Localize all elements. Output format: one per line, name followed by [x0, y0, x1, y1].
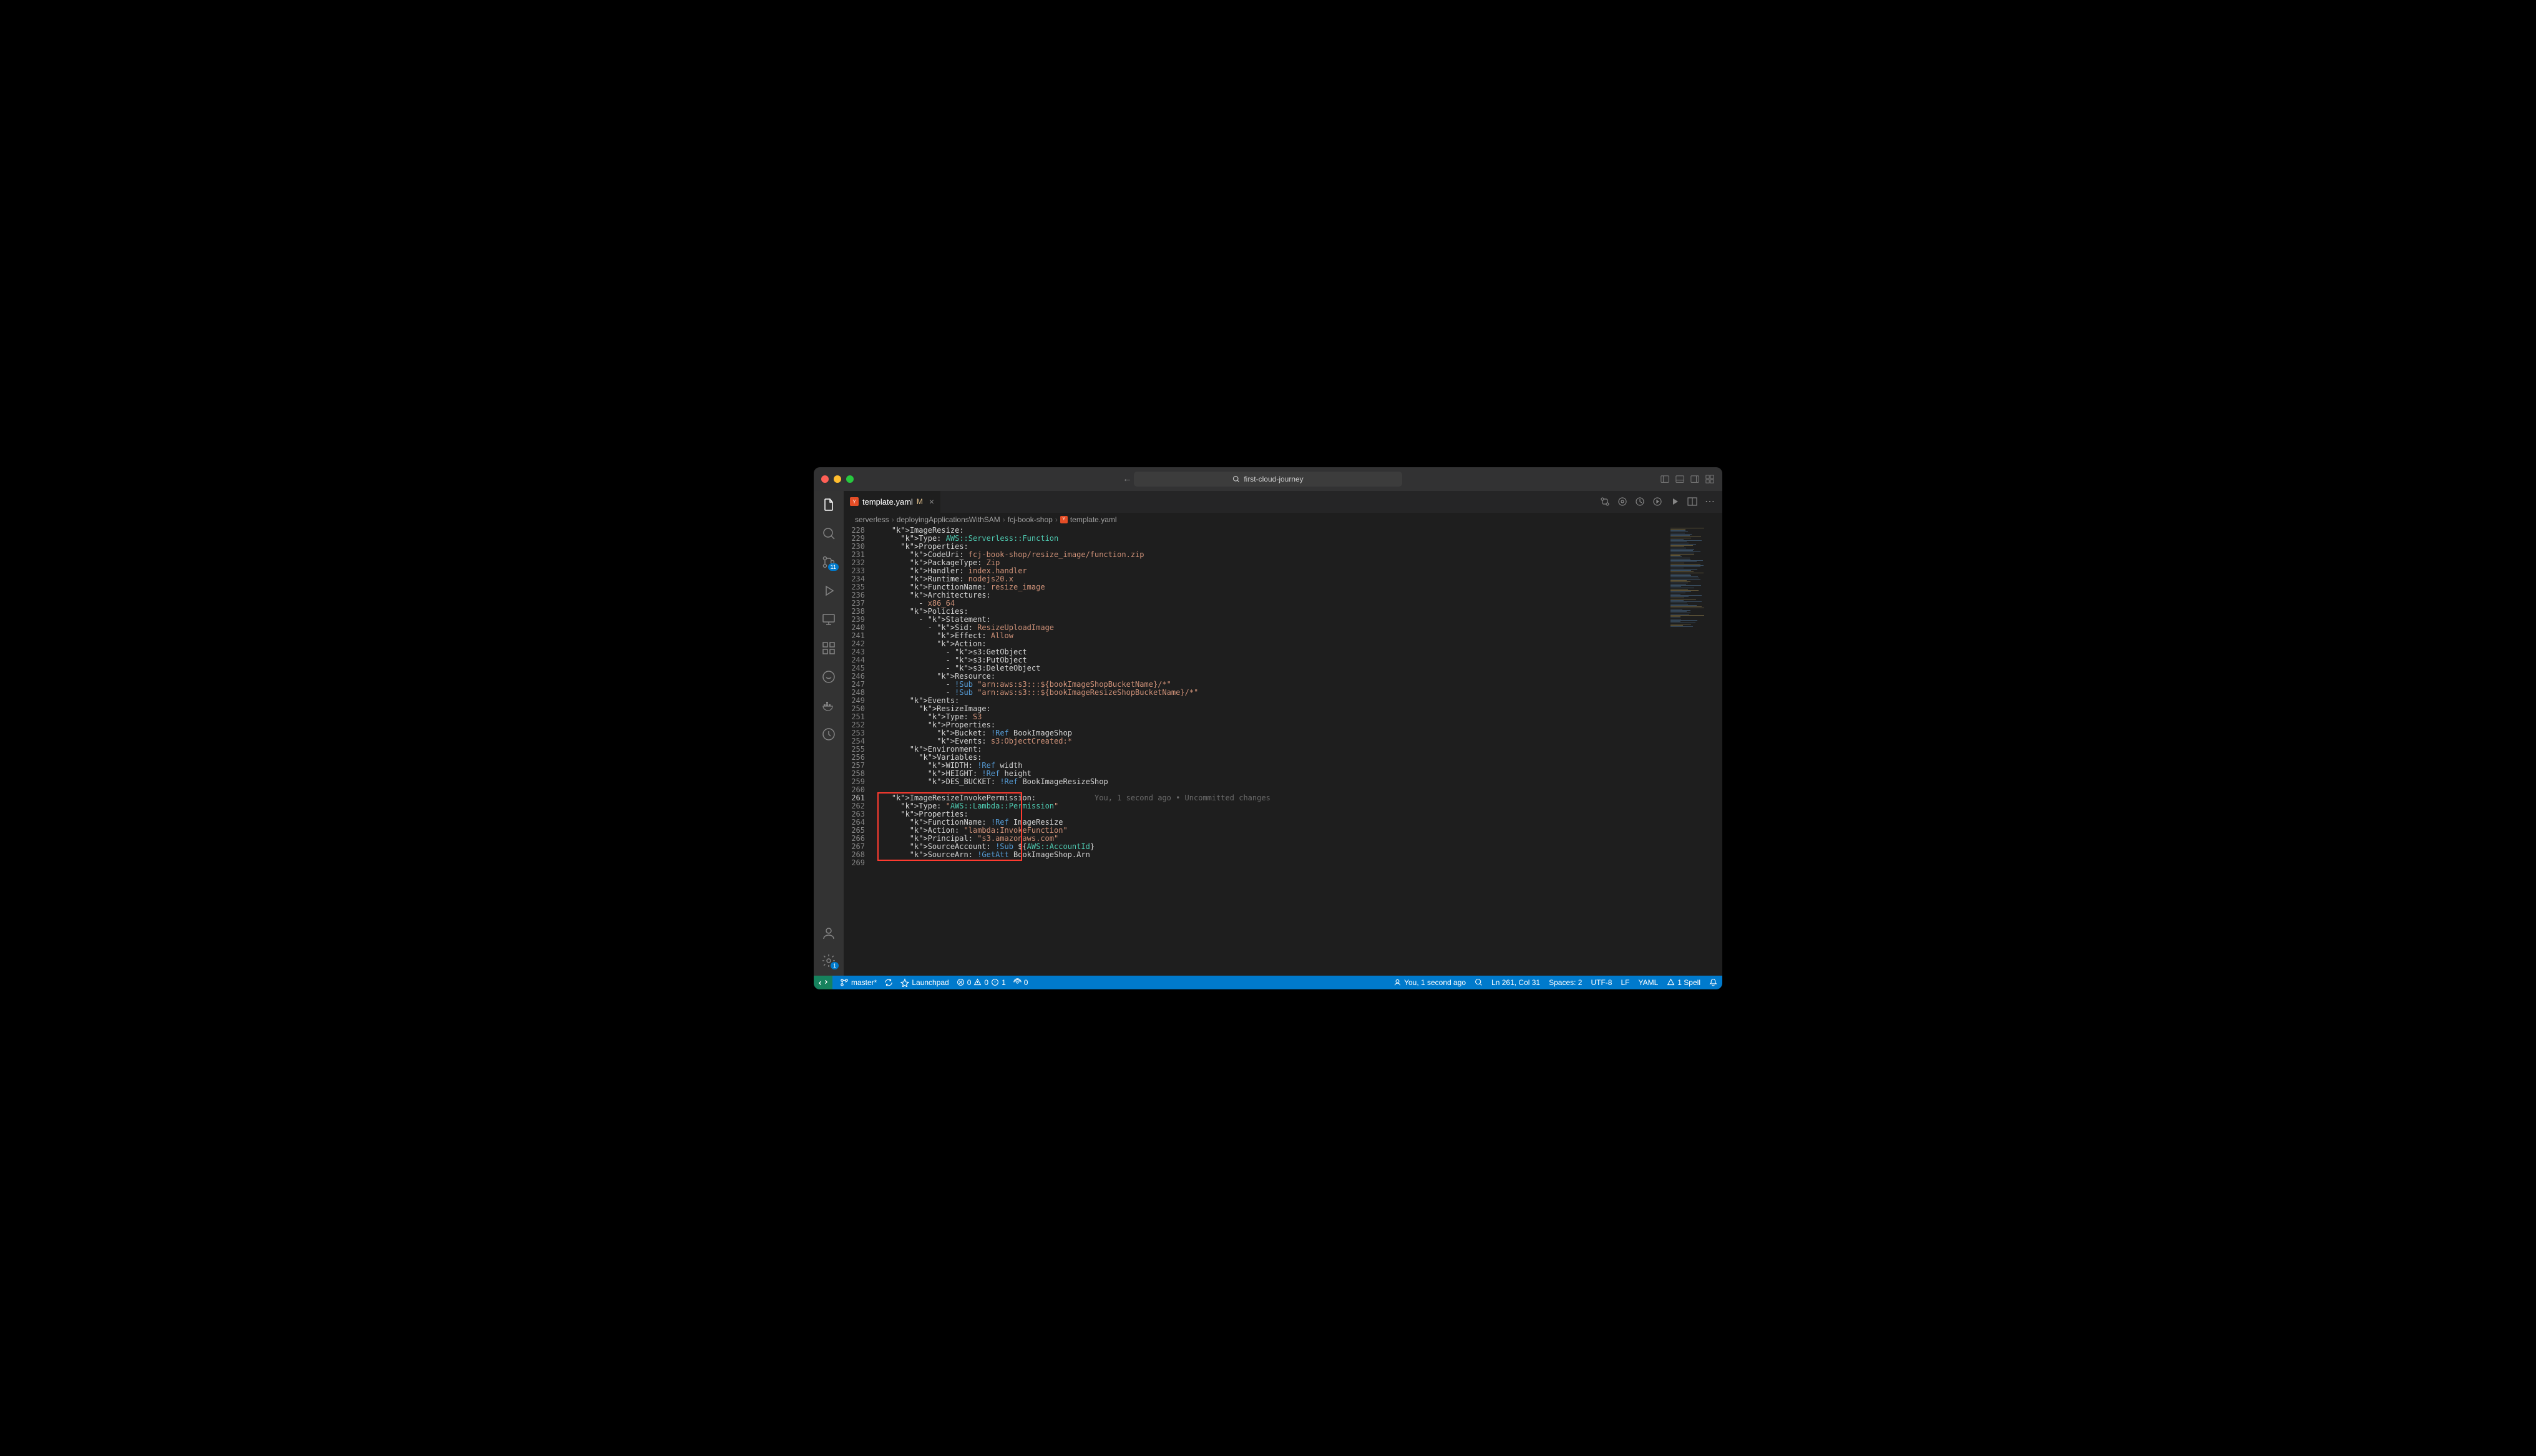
breadcrumb-item[interactable]: template.yaml: [1070, 515, 1117, 524]
breadcrumb-item[interactable]: deployingApplicationsWithSAM: [897, 515, 1000, 524]
problems[interactable]: 0 0 1: [957, 978, 1006, 987]
extensions-icon[interactable]: [821, 641, 836, 656]
search-icon[interactable]: [821, 526, 836, 541]
explorer-icon[interactable]: [821, 497, 836, 512]
title-actions: [1660, 474, 1715, 484]
source-control-icon[interactable]: 11: [821, 555, 836, 570]
workbench-body: 11: [814, 491, 1722, 976]
indentation[interactable]: Spaces: 2: [1549, 978, 1582, 987]
more-icon[interactable]: ⋯: [1705, 495, 1715, 508]
remote-explorer-icon[interactable]: [821, 612, 836, 627]
notifications-icon[interactable]: [1709, 978, 1717, 986]
breadcrumb[interactable]: serverless › deployingApplicationsWithSA…: [844, 513, 1722, 527]
editor-actions: ⋯: [1600, 491, 1722, 513]
ports[interactable]: 0: [1013, 978, 1028, 987]
eol[interactable]: LF: [1621, 978, 1629, 987]
tab-label: template.yaml: [862, 497, 913, 507]
aws-icon[interactable]: [821, 669, 836, 684]
run-icon[interactable]: [1670, 497, 1680, 507]
encoding[interactable]: UTF-8: [1591, 978, 1612, 987]
lens-icon[interactable]: [1475, 978, 1483, 986]
settings-gear-icon[interactable]: 1: [821, 953, 836, 968]
split-editor-icon[interactable]: [1687, 497, 1697, 507]
chevron-right-icon: ›: [1003, 515, 1005, 524]
docker-icon[interactable]: [821, 698, 836, 713]
yaml-file-icon: Y: [1060, 516, 1068, 523]
branch-name: master*: [851, 978, 877, 987]
titlebar: ← → first-cloud-journey: [814, 467, 1722, 491]
scm-badge: 11: [828, 563, 839, 571]
window-controls: [821, 475, 854, 483]
gitlens-blame[interactable]: You, 1 second ago: [1393, 978, 1466, 987]
editor-area: Y template.yaml M × ⋯ serverless ›: [844, 491, 1722, 976]
language-mode[interactable]: YAML: [1639, 978, 1659, 987]
minimap[interactable]: [1667, 527, 1722, 976]
minimap-content: [1670, 528, 1720, 628]
run-debug-icon[interactable]: [821, 583, 836, 598]
tab-modified-indicator: M: [917, 497, 923, 506]
breadcrumb-item[interactable]: serverless: [855, 515, 889, 524]
command-center-text: first-cloud-journey: [1244, 475, 1303, 483]
chevron-right-icon: ›: [892, 515, 894, 524]
activity-bar: 11: [814, 491, 844, 976]
git-compare-icon[interactable]: [1600, 497, 1610, 507]
breadcrumb-item[interactable]: fcj-book-shop: [1008, 515, 1053, 524]
yaml-file-icon: Y: [850, 497, 859, 506]
play-icon[interactable]: [1652, 497, 1662, 507]
code-editor[interactable]: 2282292302312322332342352362372382392402…: [844, 527, 1722, 976]
remote-indicator[interactable]: [814, 976, 832, 989]
command-center[interactable]: first-cloud-journey: [1134, 472, 1402, 487]
launchpad[interactable]: Launchpad: [900, 978, 949, 987]
close-button[interactable]: [821, 475, 829, 483]
vscode-window: ← → first-cloud-journey 1: [814, 467, 1722, 989]
account-icon[interactable]: [821, 926, 836, 941]
cursor-position[interactable]: Ln 261, Col 31: [1491, 978, 1540, 987]
sync-icon[interactable]: [884, 978, 893, 987]
spell[interactable]: 1 Spell: [1667, 978, 1700, 987]
layout-panel-right-icon[interactable]: [1690, 474, 1700, 484]
layout-panel-left-icon[interactable]: [1660, 474, 1670, 484]
layout-panel-bottom-icon[interactable]: [1675, 474, 1685, 484]
git-lens-icon[interactable]: [1617, 497, 1627, 507]
line-numbers: 2282292302312322332342352362372382392402…: [844, 527, 874, 976]
status-bar: master* Launchpad 0 0 1 0 You, 1 second …: [814, 976, 1722, 989]
search-icon: [1232, 475, 1240, 483]
launchpad-label: Launchpad: [912, 978, 949, 987]
layout-customize-icon[interactable]: [1705, 474, 1715, 484]
close-icon[interactable]: ×: [929, 497, 934, 507]
live-share-icon[interactable]: [821, 727, 836, 742]
maximize-button[interactable]: [846, 475, 854, 483]
settings-badge: 1: [831, 962, 839, 969]
tab-template-yaml[interactable]: Y template.yaml M ×: [844, 491, 941, 513]
git-branch[interactable]: master*: [840, 978, 877, 987]
tab-bar: Y template.yaml M × ⋯: [844, 491, 1722, 513]
timeline-icon[interactable]: [1635, 497, 1645, 507]
code-content[interactable]: "k">ImageResize: "k">Type: AWS::Serverle…: [874, 527, 1667, 976]
minimize-button[interactable]: [834, 475, 841, 483]
chevron-right-icon: ›: [1055, 515, 1058, 524]
nav-back-icon[interactable]: ←: [1123, 473, 1132, 484]
